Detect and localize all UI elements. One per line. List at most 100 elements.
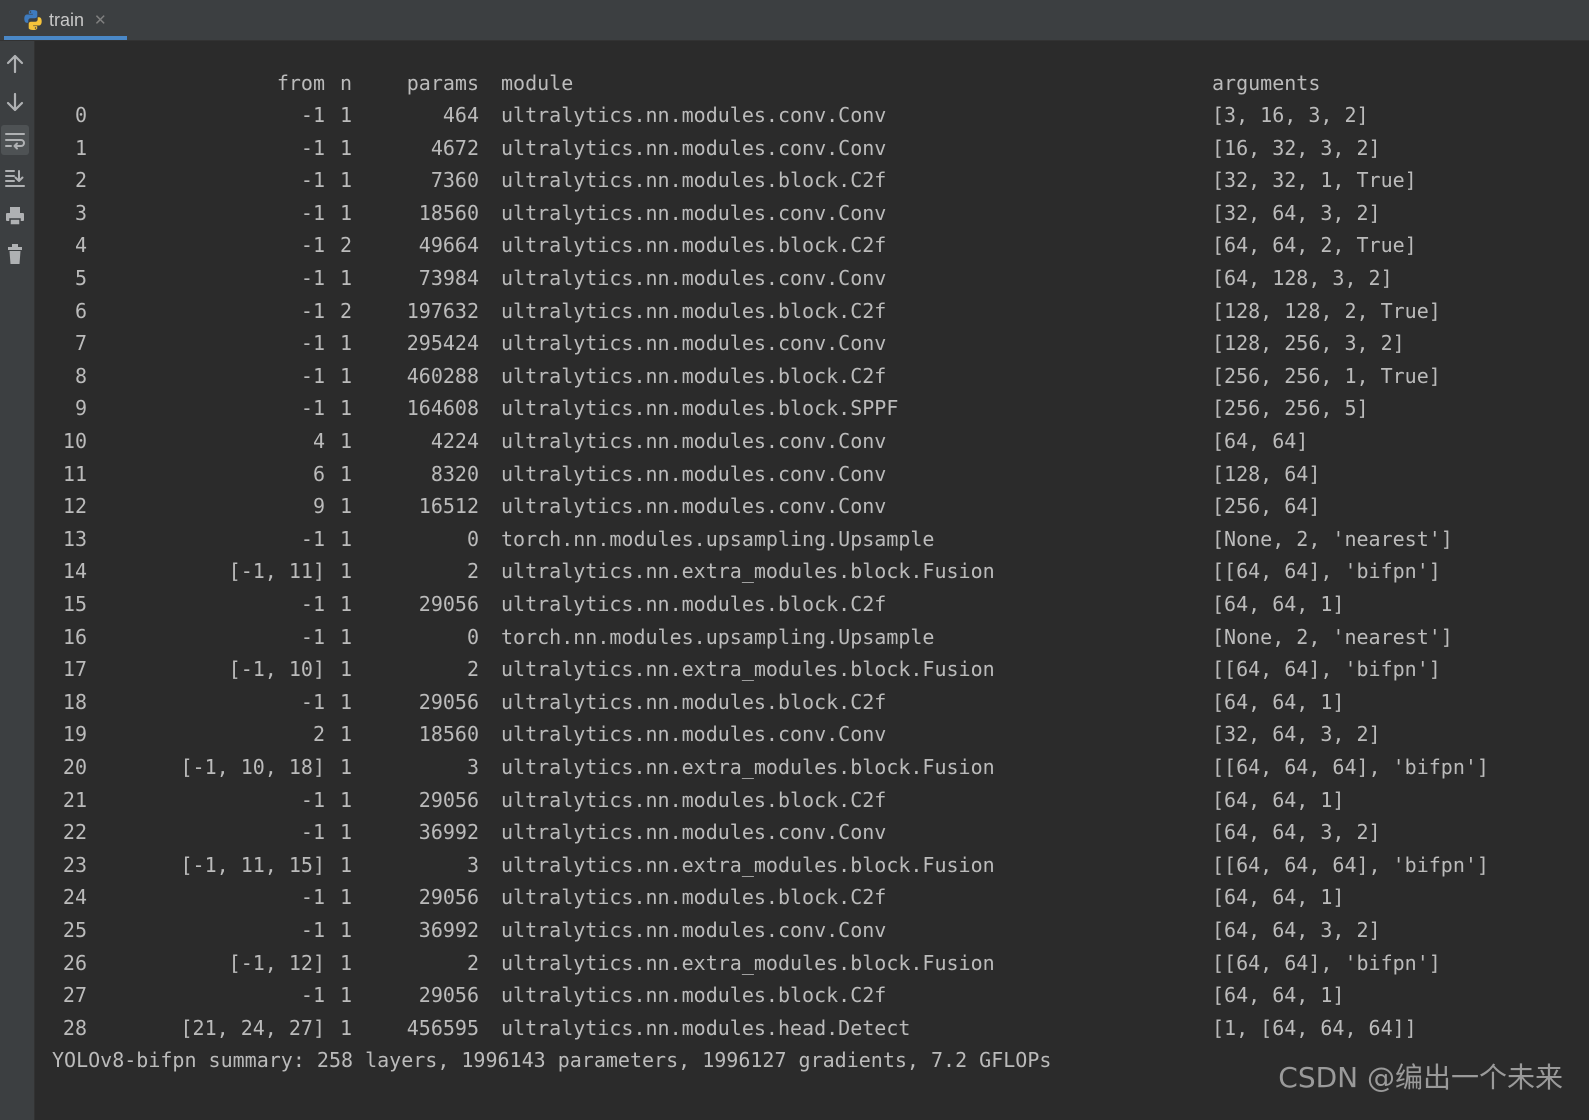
row-from: -1: [300, 918, 325, 942]
row-n: 1: [340, 885, 353, 910]
row-module: ultralytics.nn.modules.conv.Conv: [501, 461, 887, 486]
row-module: ultralytics.nn.modules.block.C2f: [501, 298, 887, 323]
row-from: -1: [300, 298, 325, 323]
row-params: 2: [466, 657, 479, 682]
arrow-down-icon: [6, 92, 24, 112]
row-arguments: [3, 16, 3, 2]: [1212, 103, 1369, 127]
row-index: 23: [62, 852, 87, 877]
row-params: 456595: [406, 1015, 479, 1040]
row-arguments: [256, 256, 1, True]: [1212, 363, 1441, 388]
row-params: 29056: [418, 689, 479, 714]
row-from: 6: [312, 461, 325, 486]
row-module: ultralytics.nn.modules.block.SPPF: [501, 396, 899, 421]
row-n: 1: [340, 103, 353, 127]
console-output[interactable]: from n params module arguments 0 -1 1 464 ul…: [35, 41, 1589, 1120]
row-index: 6: [74, 298, 87, 323]
row-from: -1: [300, 526, 325, 551]
table-row: 25 -1 1 36992 ultralytics.nn.modules.conv.Co…: [35, 914, 1589, 946]
row-index: 17: [62, 657, 87, 682]
row-params: 0: [466, 526, 479, 551]
table-row: 14 [-1, 11] 1 2 ultralytics.nn.extra_modules…: [35, 555, 1589, 587]
row-module: ultralytics.nn.modules.conv.Conv: [501, 103, 887, 127]
row-module: ultralytics.nn.extra_modules.block.Fusio…: [501, 755, 995, 779]
row-n: 1: [340, 592, 353, 616]
row-module: ultralytics.nn.modules.head.Detect: [501, 1015, 911, 1040]
row-module: ultralytics.nn.modules.conv.Conv: [501, 722, 887, 747]
row-index: 25: [62, 918, 87, 942]
table-row: 7 -1 1 295424 ultralytics.nn.modules.conv.Co…: [35, 327, 1589, 359]
tab-bar: train ✕: [0, 0, 1589, 41]
row-index: 4: [74, 233, 87, 258]
row-index: 7: [74, 331, 87, 356]
trash-icon: [8, 244, 22, 264]
row-params: 4672: [430, 135, 479, 160]
clear-all-button[interactable]: [1, 239, 29, 269]
row-params: 29056: [418, 787, 479, 812]
row-n: 1: [340, 1015, 353, 1040]
row-arguments: [64, 64, 3, 2]: [1212, 918, 1381, 942]
down-stack-trace-button[interactable]: [1, 87, 29, 117]
print-button[interactable]: [1, 201, 29, 231]
table-row: 21 -1 1 29056 ultralytics.nn.modules.block.C…: [35, 784, 1589, 816]
row-params: 16512: [418, 494, 479, 519]
row-arguments: [64, 64, 1]: [1212, 689, 1345, 714]
row-arguments: [256, 64]: [1212, 494, 1321, 519]
scroll-to-end-button[interactable]: [1, 163, 29, 193]
row-n: 1: [340, 331, 353, 356]
row-arguments: [[64, 64, 64], 'bifpn']: [1212, 852, 1489, 877]
soft-wrap-button[interactable]: [1, 125, 29, 155]
row-params: 29056: [418, 885, 479, 910]
row-arguments: [None, 2, 'nearest']: [1212, 624, 1453, 649]
row-n: 1: [340, 722, 353, 747]
header-module: module: [501, 71, 574, 95]
row-module: ultralytics.nn.modules.conv.Conv: [501, 135, 887, 160]
row-index: 18: [62, 689, 87, 714]
table-row: 9 -1 1 164608 ultralytics.nn.modules.block.S…: [35, 392, 1589, 424]
table-row: 15 -1 1 29056 ultralytics.nn.modules.block.C…: [35, 588, 1589, 620]
table-row: 4 -1 2 49664 ultralytics.nn.modules.block.C2…: [35, 229, 1589, 261]
row-n: 1: [340, 657, 353, 682]
row-from: -1: [300, 624, 325, 649]
table-row: 23 [-1, 11, 15] 1 3 ultralytics.nn.extra_mod…: [35, 849, 1589, 881]
row-params: 7360: [430, 168, 479, 193]
row-module: ultralytics.nn.modules.block.C2f: [501, 363, 887, 388]
row-n: 1: [340, 135, 353, 160]
table-row: 2 -1 1 7360 ultralytics.nn.modules.block.C2f…: [35, 164, 1589, 196]
table-row: 1 -1 1 4672 ultralytics.nn.modules.conv.Conv…: [35, 132, 1589, 164]
row-n: 1: [340, 461, 353, 486]
row-module: ultralytics.nn.extra_modules.block.Fusio…: [501, 950, 995, 975]
soft-wrap-icon: [5, 133, 25, 150]
table-row: 11 6 1 8320 ultralytics.nn.modules.conv.Conv…: [35, 458, 1589, 490]
row-from: [21, 24, 27]: [180, 1015, 326, 1040]
row-module: torch.nn.modules.upsampling.Upsample: [501, 624, 935, 649]
row-from: 4: [312, 429, 325, 453]
tab-train[interactable]: train ✕: [4, 0, 127, 40]
up-stack-trace-button[interactable]: [1, 49, 29, 79]
row-params: 49664: [418, 233, 479, 258]
row-arguments: [128, 128, 2, True]: [1212, 298, 1441, 323]
row-arguments: [64, 64]: [1212, 429, 1309, 453]
header-n: n: [340, 71, 353, 95]
row-n: 1: [340, 168, 353, 193]
row-n: 1: [340, 689, 353, 714]
table-row: 18 -1 1 29056 ultralytics.nn.modules.block.C…: [35, 686, 1589, 718]
row-index: 8: [74, 363, 87, 388]
table-row: 28 [21, 24, 27] 1 456595 ultralytics.nn.modu…: [35, 1012, 1589, 1044]
tab-label: train: [49, 9, 85, 30]
row-index: 11: [62, 461, 87, 486]
row-arguments: [64, 128, 3, 2]: [1212, 266, 1393, 290]
row-from: 2: [312, 722, 325, 747]
row-index: 2: [74, 168, 87, 193]
row-n: 1: [340, 852, 353, 877]
row-arguments: [256, 256, 5]: [1212, 396, 1369, 421]
row-module: ultralytics.nn.extra_modules.block.Fusio…: [501, 657, 995, 682]
row-arguments: [16, 32, 3, 2]: [1212, 135, 1381, 160]
row-from: [-1, 12]: [228, 950, 325, 975]
row-params: 295424: [406, 331, 479, 356]
row-params: 2: [466, 950, 479, 975]
row-params: 18560: [418, 200, 479, 225]
row-params: 8320: [430, 461, 479, 486]
close-icon[interactable]: ✕: [94, 11, 107, 29]
row-module: ultralytics.nn.modules.conv.Conv: [501, 918, 887, 942]
row-from: -1: [300, 266, 325, 290]
